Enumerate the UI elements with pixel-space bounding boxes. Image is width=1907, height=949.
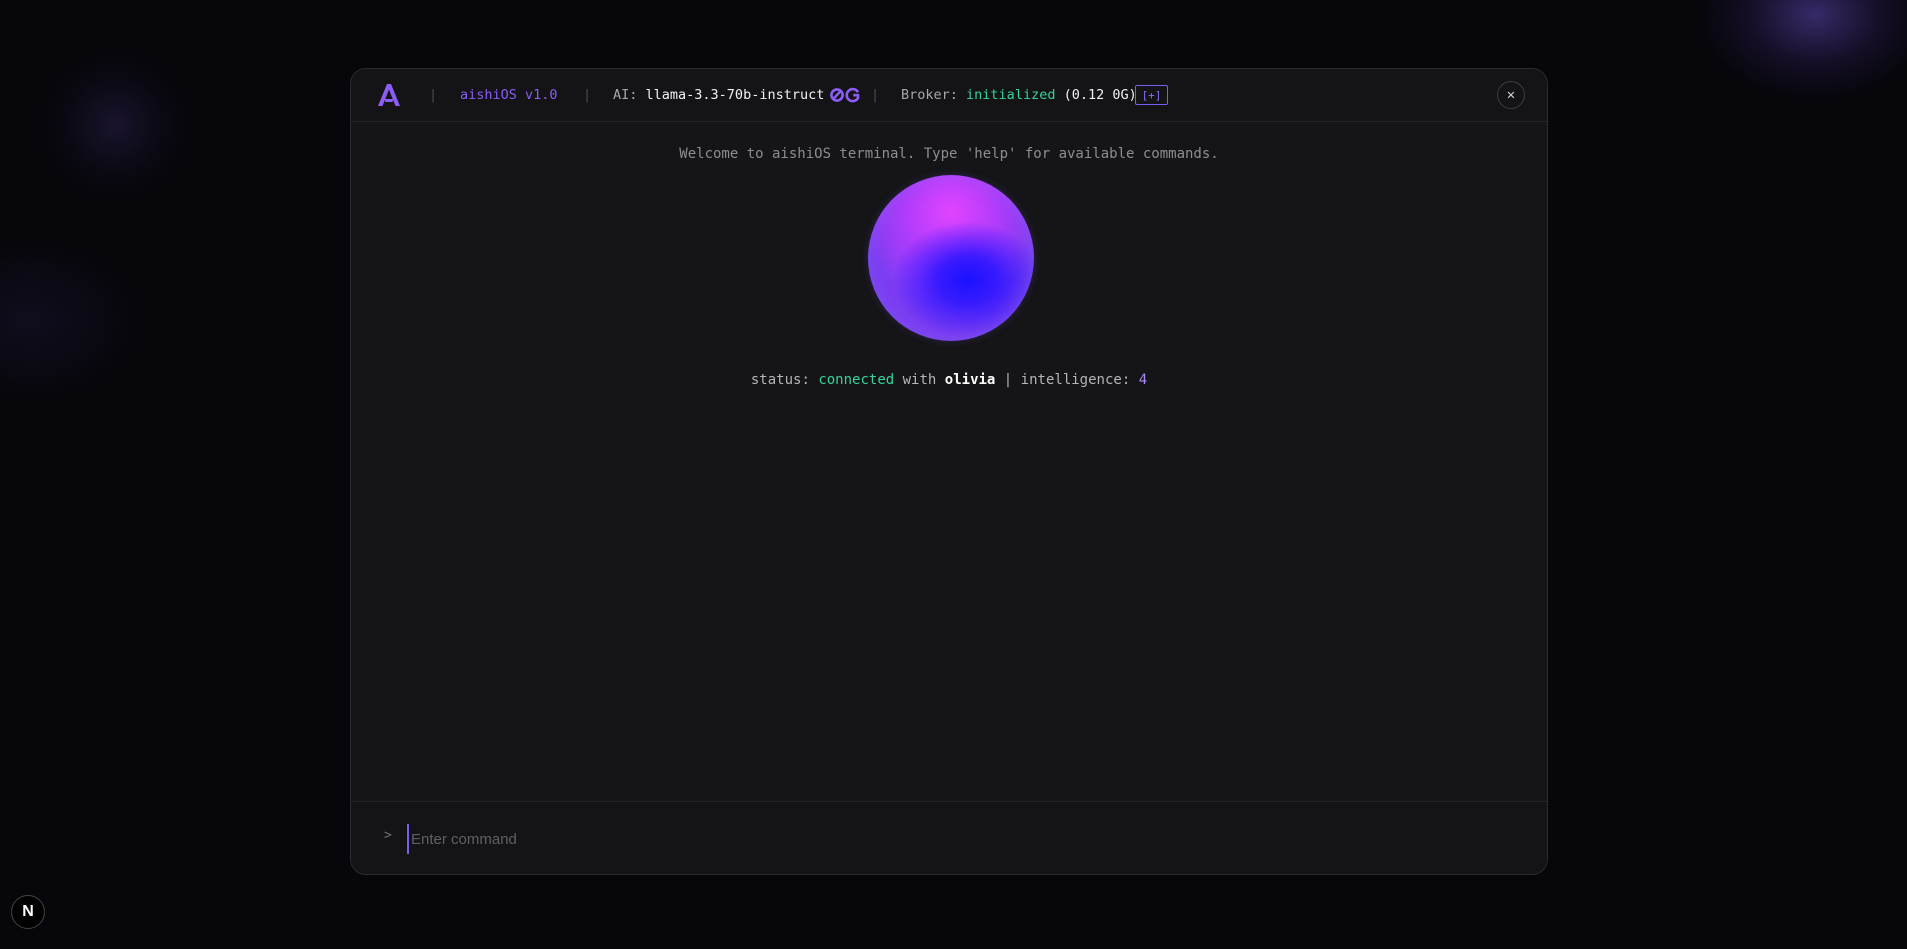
titlebar-separator: | <box>871 87 880 103</box>
command-bar: > <box>351 801 1547 874</box>
status-divider: | <box>1003 372 1013 388</box>
agent-orb <box>868 175 1034 341</box>
ai-model-name: llama-3.3-70b-instruct <box>645 87 825 103</box>
close-button[interactable]: ✕ <box>1497 81 1525 109</box>
dev-tools-badge[interactable]: N <box>11 895 45 929</box>
intelligence-value: 4 <box>1138 372 1148 388</box>
ai-label: AI: <box>613 87 638 103</box>
terminal-window: | aishiOS v1.0 | AI: llama-3.3-70b-instr… <box>350 68 1548 875</box>
background-glow-left <box>0 240 140 400</box>
status-label: status: <box>750 372 810 388</box>
welcome-message: Welcome to aishiOS terminal. Type 'help'… <box>679 146 1219 162</box>
status-value: connected <box>818 372 895 388</box>
broker-status: initialized <box>966 87 1056 103</box>
with-label: with <box>902 372 937 388</box>
broker-add-funds-button[interactable]: [+] <box>1135 85 1168 105</box>
background-glow-top-right <box>1700 0 1907 100</box>
ai-model-info: AI: llama-3.3-70b-instruct <box>613 69 861 121</box>
broker-label: Broker: <box>901 87 958 103</box>
intelligence-label: intelligence: <box>1020 372 1131 388</box>
agent-name: olivia <box>944 372 996 388</box>
titlebar-separator: | <box>429 87 438 103</box>
command-input[interactable] <box>407 824 1493 854</box>
terminal-titlebar: | aishiOS v1.0 | AI: llama-3.3-70b-instr… <box>351 69 1547 122</box>
app-name: aishiOS v1.0 <box>460 87 558 103</box>
agent-status-line: status: connected with olivia | intellig… <box>351 372 1547 388</box>
zero-g-icon <box>830 87 860 103</box>
prompt-symbol: > <box>384 828 392 843</box>
background-glow-top-left <box>40 50 190 200</box>
broker-balance: (0.12 0G) <box>1063 87 1137 103</box>
titlebar-separator: | <box>583 87 592 103</box>
broker-info: Broker: initialized (0.12 0G) <box>901 69 1137 121</box>
close-icon: ✕ <box>1506 87 1516 103</box>
aishi-logo-icon <box>378 84 400 106</box>
